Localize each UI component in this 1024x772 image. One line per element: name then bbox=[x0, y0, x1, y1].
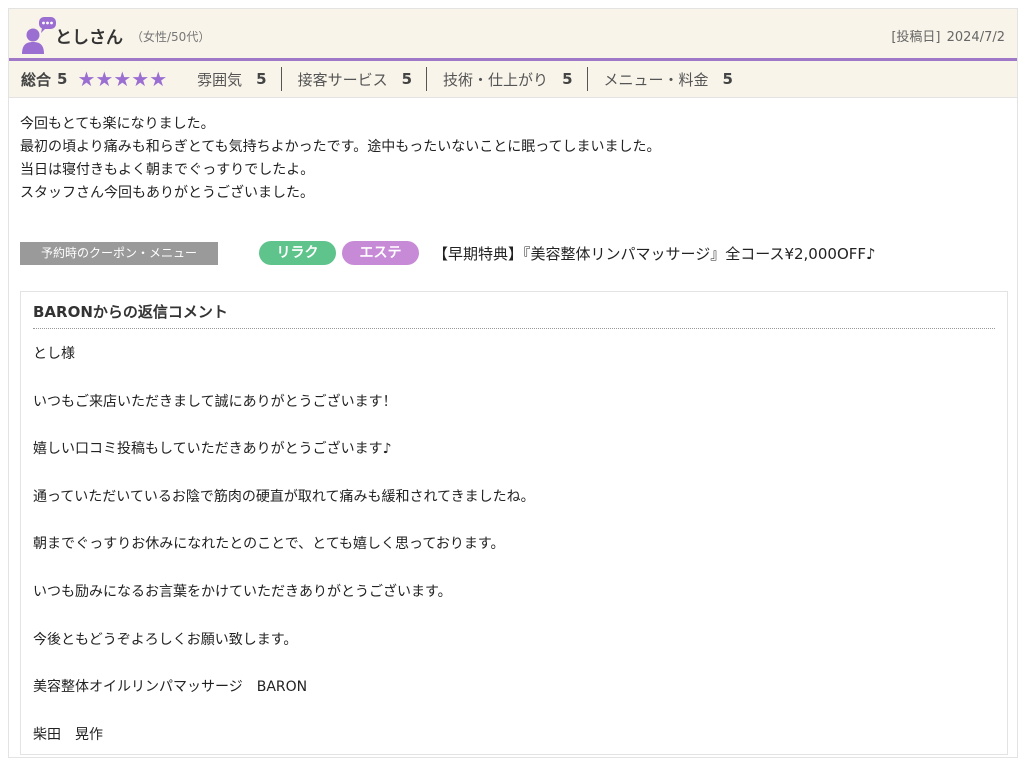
star-icon: ★ bbox=[95, 67, 114, 91]
review-line: 当日は寝付きもよく朝までぐっすりでしたよ。 bbox=[20, 162, 315, 178]
rating-menu-price: メニュー・料金 5 bbox=[604, 69, 747, 90]
rating-atmosphere: 雰囲気 5 bbox=[197, 69, 280, 90]
rating-label: 接客サービス bbox=[297, 70, 388, 89]
rating-divider bbox=[586, 67, 588, 91]
reply-body: とし様 いつもご来店いただきまして誠にありがとうございます！ 嬉しい口コミ投稿も… bbox=[33, 344, 535, 772]
reviewer-meta: （女性/50代） bbox=[131, 30, 211, 44]
post-date: [投稿日] 2024/7/2 bbox=[889, 26, 1005, 45]
tag-relax[interactable]: リラク bbox=[259, 241, 336, 265]
reply-line: 朝までぐっすりお休みになれたとのことで、とても嬉しく思っております。 bbox=[33, 536, 505, 553]
overall-score: 5 bbox=[57, 70, 68, 88]
star-icon: ★ bbox=[131, 67, 150, 91]
star-icon: ★ bbox=[149, 67, 168, 91]
rating-technique: 技術・仕上がり 5 bbox=[443, 69, 586, 90]
review-body: 今回もとても楽になりました。 最初の頃より痛みも和らぎとても気持ちよかったです。… bbox=[20, 113, 661, 205]
reply-line: 柴田 晃作 bbox=[33, 726, 103, 743]
star-icon: ★ bbox=[113, 67, 132, 91]
rating-score: 5 bbox=[722, 70, 733, 88]
tag-esthe[interactable]: エステ bbox=[342, 241, 419, 265]
rating-divider bbox=[280, 67, 282, 91]
rating-score: 5 bbox=[401, 70, 413, 88]
reply-line: いつもご来店いただきまして誠にありがとうございます！ bbox=[33, 393, 397, 410]
post-date-value: 2024/7/2 bbox=[946, 30, 1005, 45]
user-comment-icon bbox=[21, 17, 57, 55]
coupon-text[interactable]: 【早期特典】『美容整体リンパマッサージ』全コース¥2,000OFF♪ bbox=[433, 243, 876, 264]
overall-label: 総合 bbox=[21, 70, 52, 89]
ratings-bar: 総合 5 ★ ★ ★ ★ ★ 雰囲気 5 接客サービス 5 技術・仕上がり 5 メニュー… bbox=[9, 61, 1017, 98]
rating-score: 5 bbox=[562, 70, 573, 88]
review-line: スタッフさん今回もありがとうございました。 bbox=[20, 185, 314, 201]
rating-divider bbox=[426, 67, 428, 91]
reply-line: 美容整体オイルリンパマッサージ BARON bbox=[33, 679, 308, 696]
rating-label: メニュー・料金 bbox=[603, 70, 709, 89]
reply-line: いつも励みになるお言葉をかけていただきありがとうございます。 bbox=[33, 583, 452, 600]
reply-line: とし様 bbox=[33, 346, 75, 362]
rating-score: 5 bbox=[256, 70, 267, 88]
review-card: としさん （女性/50代） [投稿日] 2024/7/2 総合 5 ★ ★ ★ ★ ★ … bbox=[8, 8, 1018, 758]
review-line: 最初の頃より痛みも和らぎとても気持ちよかったです。途中もったいないことに眠ってし… bbox=[20, 139, 661, 155]
reply-line: 通っていただいているお陰で筋肉の硬直が取れて痛みも緩和されてきましたね。 bbox=[33, 488, 535, 505]
rating-service: 接客サービス 5 bbox=[298, 69, 426, 90]
review-header: としさん （女性/50代） [投稿日] 2024/7/2 bbox=[9, 9, 1017, 61]
reviewer-name: としさん bbox=[55, 28, 123, 48]
reply-title: BARONからの返信コメント bbox=[33, 301, 995, 329]
coupon-label: 予約時のクーポン・メニュー bbox=[20, 242, 218, 265]
coupon-row: 予約時のクーポン・メニュー リラク エステ 【早期特典】『美容整体リンパマッサー… bbox=[20, 241, 1010, 267]
rating-label: 雰囲気 bbox=[197, 70, 243, 89]
rating-label: 技術・仕上がり bbox=[443, 70, 549, 89]
shop-reply: BARONからの返信コメント とし様 いつもご来店いただきまして誠にありがとうご… bbox=[20, 291, 1008, 755]
review-line: 今回もとても楽になりました。 bbox=[20, 116, 215, 132]
reply-line: 嬉しい口コミ投稿もしていただきありがとうございます♪ bbox=[33, 441, 392, 458]
reply-line: 今後ともどうぞよろしくお願い致します。 bbox=[33, 631, 298, 648]
post-date-label: [投稿日] bbox=[891, 30, 941, 45]
star-rating: ★ ★ ★ ★ ★ bbox=[77, 69, 167, 89]
star-icon: ★ bbox=[77, 67, 96, 91]
